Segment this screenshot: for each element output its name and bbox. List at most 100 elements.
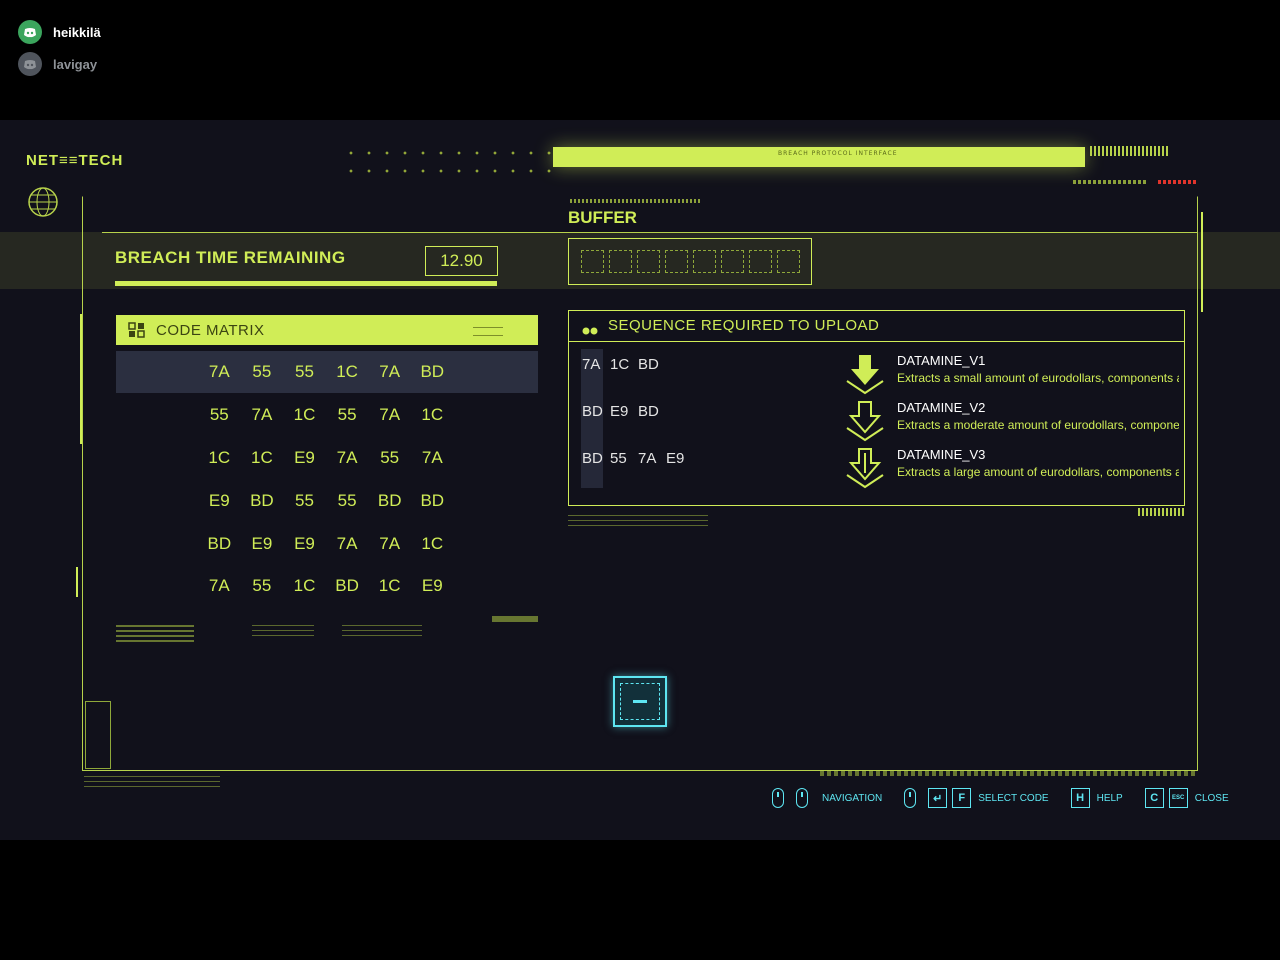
text-decoration — [492, 616, 538, 622]
matrix-cell[interactable]: BD — [368, 491, 411, 511]
sequence-code: 7A — [582, 356, 601, 373]
discord-icon — [18, 52, 42, 76]
matrix-cell[interactable]: 7A — [368, 362, 411, 382]
matrix-cell[interactable]: E9 — [411, 576, 454, 596]
matrix-cell[interactable]: BD — [326, 576, 369, 596]
matrix-cell[interactable]: BD — [198, 534, 241, 554]
code-matrix-title: CODE MATRIX — [156, 322, 265, 339]
text-decoration — [342, 622, 422, 636]
matrix-cell[interactable]: 55 — [241, 576, 284, 596]
matrix-row: E9 BD 55 55 BD BD — [198, 479, 454, 522]
frame-accent — [1201, 212, 1203, 312]
overlay-user-1: heikkilä — [18, 20, 101, 44]
text-decoration — [252, 622, 314, 636]
sequence-code: E9 — [666, 450, 685, 467]
navigation-label: NAVIGATION — [822, 792, 883, 804]
buffer-slot — [748, 250, 772, 273]
matrix-cell[interactable]: E9 — [283, 448, 326, 468]
breach-timer-bar — [115, 281, 497, 286]
matrix-cell[interactable]: 55 — [283, 491, 326, 511]
c-key-icon[interactable]: C — [1144, 788, 1164, 808]
matrix-cell[interactable]: 1C — [368, 576, 411, 596]
matrix-cell[interactable]: 1C — [411, 534, 454, 554]
globe-icon — [28, 187, 58, 217]
matrix-cell[interactable]: BD — [411, 491, 454, 511]
letterbox-bottom — [0, 840, 1280, 960]
buffer-slot — [720, 250, 744, 273]
mouse-scroll-icon — [772, 788, 784, 808]
matrix-cell[interactable]: E9 — [198, 491, 241, 511]
frame-accent — [80, 314, 82, 444]
matrix-cell[interactable]: 55 — [241, 362, 284, 382]
matrix-cell[interactable]: BD — [241, 491, 284, 511]
frame-divider — [102, 232, 1198, 233]
matrix-cell[interactable]: 1C — [198, 448, 241, 468]
matrix-cell[interactable]: 7A — [411, 448, 454, 468]
matrix-cell[interactable]: 7A — [198, 576, 241, 596]
matrix-cell[interactable]: 1C — [283, 405, 326, 425]
sequence-row: BD 55 7A E9 — [582, 446, 694, 493]
matrix-cell[interactable]: 55 — [283, 362, 326, 382]
buffer-slot — [664, 250, 688, 273]
matrix-cell[interactable]: E9 — [283, 534, 326, 554]
matrix-cell[interactable]: 7A — [241, 405, 284, 425]
sequence-list: 7A 1C BD BD E9 BD BD 55 7A E9 — [582, 352, 694, 493]
matrix-cell[interactable]: 7A — [326, 448, 369, 468]
code-matrix-header: CODE MATRIX — [116, 315, 538, 345]
sequence-code: 1C — [610, 356, 630, 373]
buffer-slots — [568, 238, 812, 285]
buffer-slot — [692, 250, 716, 273]
selection-cursor[interactable] — [613, 676, 667, 727]
sequence-code: E9 — [610, 403, 629, 420]
matrix-cell[interactable]: 7A — [368, 534, 411, 554]
daemon-item: DATAMINE_V2 Extracts a moderate amount o… — [845, 400, 1185, 445]
controls-help-bar: NAVIGATION ↵ F SELECT CODE H HELP C ESC … — [772, 785, 1229, 811]
h-key-icon[interactable]: H — [1070, 788, 1090, 808]
header-bar: BREACH PROTOCOL INTERFACE — [553, 147, 1085, 167]
mouse-icon — [796, 788, 808, 808]
enter-key-icon[interactable]: ↵ — [928, 788, 948, 808]
matrix-row: 55 7A 1C 55 7A 1C — [198, 394, 454, 437]
text-decoration — [568, 512, 708, 526]
daemon-item: DATAMINE_V3 Extracts a large amount of e… — [845, 447, 1185, 492]
f-key-icon[interactable]: F — [952, 788, 972, 808]
overlay-username: heikkilä — [53, 24, 101, 40]
help-label[interactable]: HELP — [1097, 793, 1123, 804]
matrix-cell[interactable]: 55 — [326, 405, 369, 425]
esc-key-icon[interactable]: ESC — [1168, 788, 1188, 808]
matrix-cell[interactable]: 1C — [326, 362, 369, 382]
download-icon — [846, 355, 884, 395]
close-label[interactable]: CLOSE — [1195, 793, 1229, 804]
matrix-cell[interactable]: 55 — [368, 448, 411, 468]
matrix-cell[interactable]: 55 — [198, 405, 241, 425]
buffer-label: BUFFER — [568, 208, 637, 227]
text-decoration — [820, 771, 1196, 776]
buffer-slot — [608, 250, 632, 273]
sequence-code: BD — [582, 403, 603, 420]
breach-time-label: BREACH TIME REMAINING — [115, 248, 346, 267]
matrix-cell[interactable]: 7A — [368, 405, 411, 425]
sequence-code: 7A — [638, 450, 657, 467]
sequence-code: BD — [638, 356, 659, 373]
matrix-icon — [128, 322, 145, 338]
barcode-decoration — [1138, 508, 1184, 516]
daemon-name: DATAMINE_V2 — [897, 400, 986, 415]
warning-decoration — [1158, 180, 1196, 184]
barcode-decoration — [1090, 146, 1170, 156]
matrix-cell[interactable]: 1C — [241, 448, 284, 468]
select-code-label[interactable]: SELECT CODE — [978, 793, 1048, 804]
mouse-click-icon — [904, 788, 917, 808]
matrix-cell[interactable]: 55 — [326, 491, 369, 511]
matrix-cell[interactable]: 7A — [198, 362, 241, 382]
text-decoration — [116, 622, 194, 642]
daemon-name: DATAMINE_V3 — [897, 447, 986, 462]
sequence-code: BD — [582, 450, 603, 467]
sequence-row: 7A 1C BD — [582, 352, 694, 399]
matrix-cell[interactable]: 1C — [411, 405, 454, 425]
discord-icon — [18, 20, 42, 44]
matrix-cell[interactable]: 1C — [283, 576, 326, 596]
dot-grid-decoration — [342, 144, 552, 184]
matrix-cell[interactable]: BD — [411, 362, 454, 382]
matrix-cell[interactable]: 7A — [326, 534, 369, 554]
matrix-cell[interactable]: E9 — [241, 534, 284, 554]
